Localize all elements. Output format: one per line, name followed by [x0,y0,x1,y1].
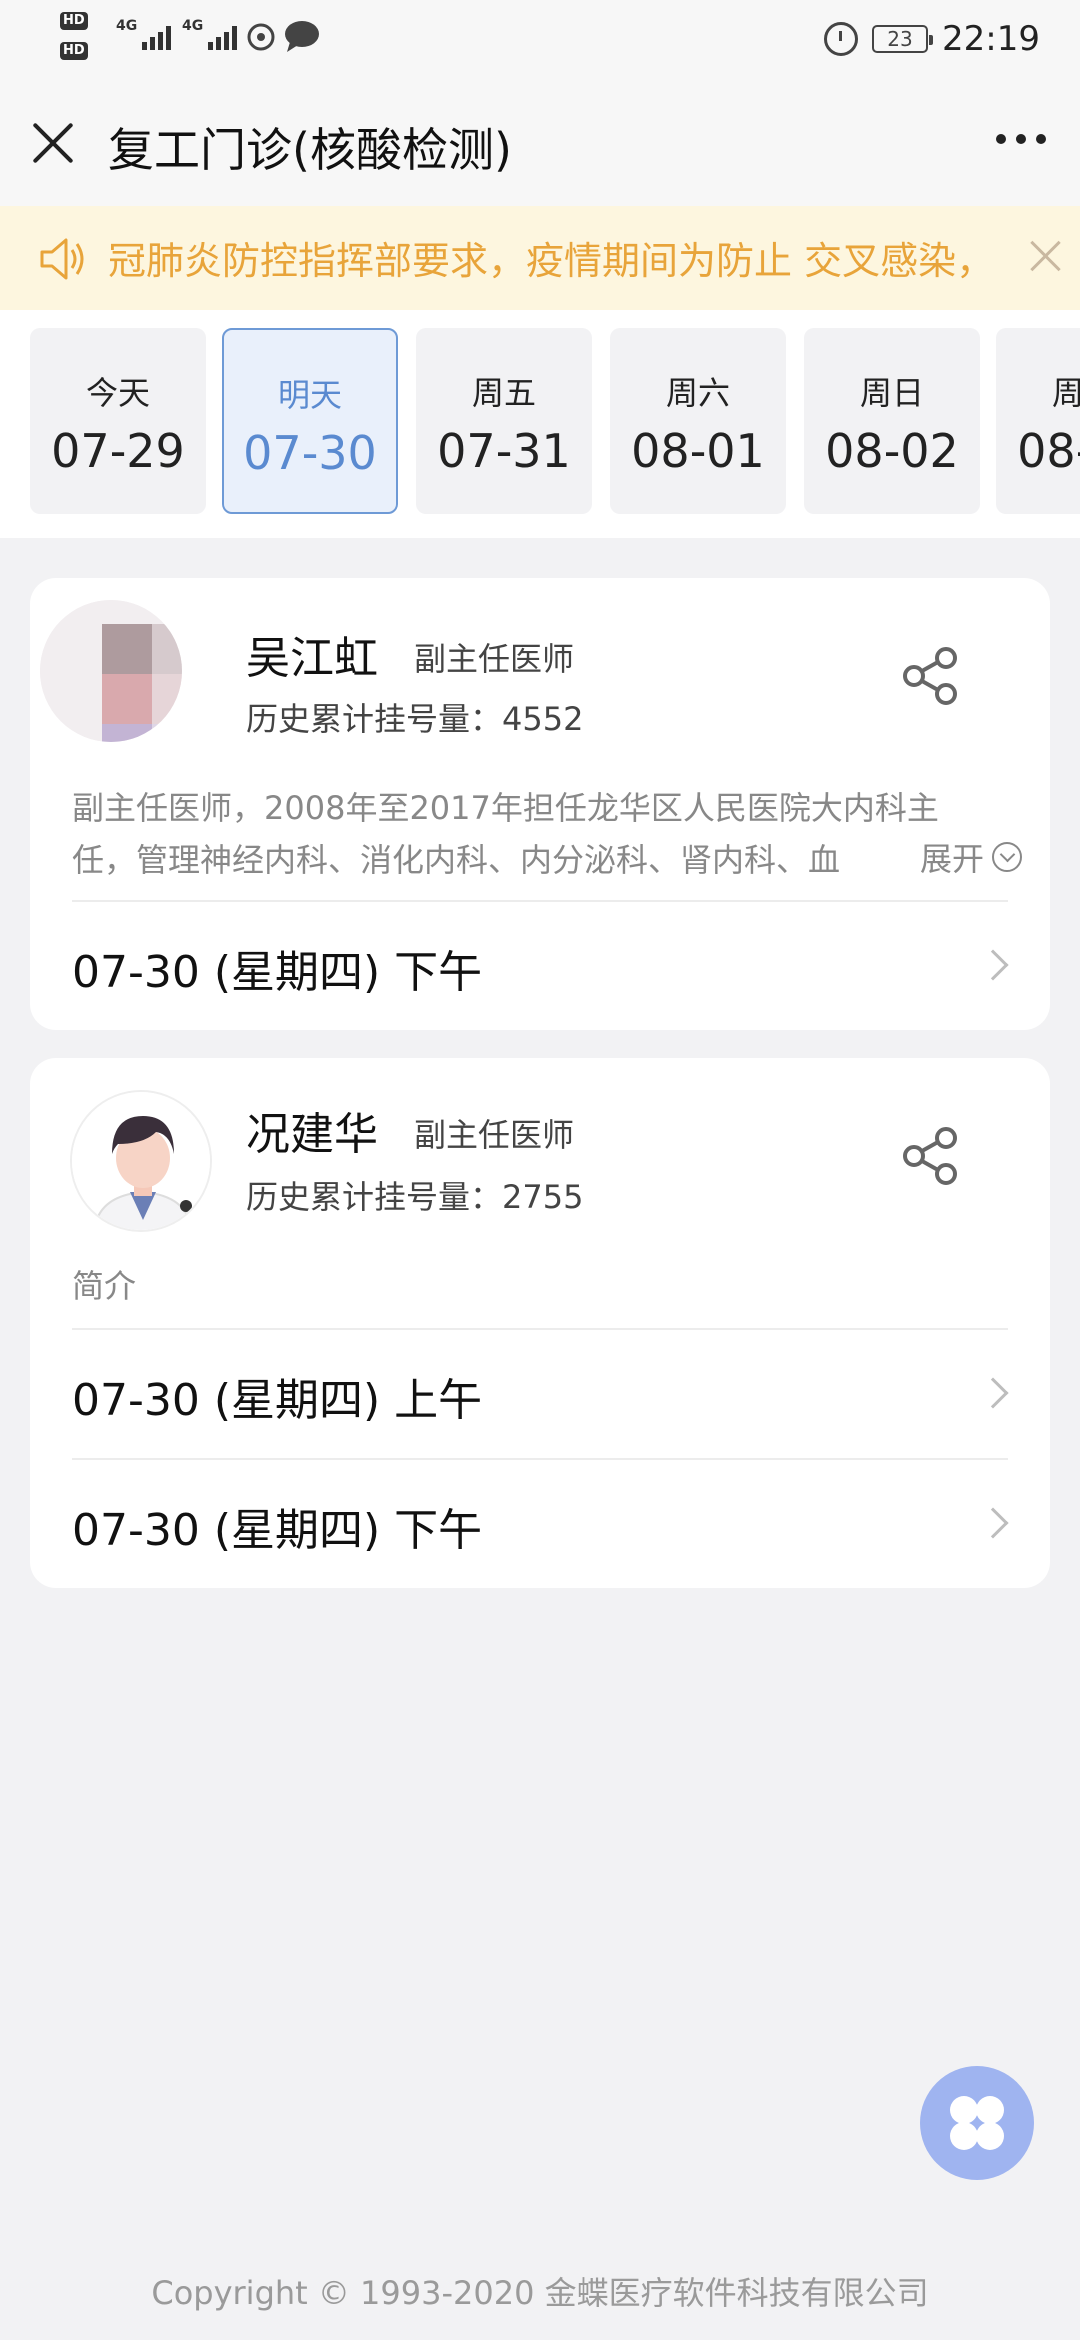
doctor-intro: 副主任医师，2008年至2017年担任龙华区人民医院大内科主任，管理神经内科、消… [72,789,939,879]
signal-icon-1 [142,26,171,50]
date-day-label: 周五 [471,374,536,412]
expand-label: 展开 [919,840,984,878]
share-icon[interactable] [898,1124,962,1188]
doctor-card[interactable]: 吴江虹 副主任医师 历史累计挂号量：4552 副主任医师，2008年至2017年… [30,578,1050,1030]
share-icon[interactable] [898,644,962,708]
notice-text: 冠肺炎防控指挥部要求，疫情期间为防止 交叉感染， [108,239,995,283]
chevron-right-icon [977,1507,1009,1539]
speaker-icon [40,238,84,280]
menu-grid-icon [950,2096,1004,2150]
title-bar: 复工门诊(核酸检测) [0,80,1080,206]
date-tab[interactable]: 周一 08-03 [996,328,1080,514]
page-title: 复工门诊(核酸检测) [108,123,512,177]
date-value: 08-01 [631,424,765,478]
date-tab[interactable]: 今天 07-29 [30,328,206,514]
date-strip: 今天 07-29 明天 07-30 周五 07-31 周六 08-01 周日 0… [0,310,1080,538]
schedule-slot-row[interactable]: 07-30 (星期四) 上午 [30,1330,1050,1458]
doctor-avatar [70,1090,212,1232]
date-day-label: 周六 [665,374,730,412]
doctor-name: 况建华 [246,1109,378,1160]
date-tab[interactable]: 周六 08-01 [610,328,786,514]
battery-icon: 23 [872,25,934,53]
chevron-down-icon [992,842,1022,872]
slot-label: 07-30 (星期四) 下午 [72,1505,483,1556]
expand-button[interactable]: 展开 [911,834,1022,880]
more-icon[interactable] [996,134,1046,144]
doctor-registration-count: 历史累计挂号量：4552 [246,700,584,738]
status-bar: HD HD 4G 4G 23 22:19 [0,0,1080,80]
doctor-avatar [40,600,182,742]
clock: 22:19 [942,19,1040,59]
hd-badge-2: HD [60,42,88,60]
slot-label: 07-30 (星期四) 上午 [72,1375,483,1426]
slot-label: 07-30 (星期四) 下午 [72,947,483,998]
close-icon[interactable] [30,120,76,166]
doctor-card[interactable]: 况建华 副主任医师 历史累计挂号量：2755 简介 07-30 (星期四) 上午… [30,1058,1050,1588]
battery-level: 23 [887,27,913,51]
doctor-registration-count: 历史累计挂号量：2755 [246,1178,584,1216]
network-label-2: 4G [182,18,204,34]
schedule-slot-row[interactable]: 07-30 (星期四) 下午 [30,902,1050,1030]
floating-menu-button[interactable] [920,2066,1034,2180]
doctor-intro: 简介 [72,1267,137,1305]
date-day-label: 今天 [85,374,150,412]
notice-bar[interactable]: 冠肺炎防控指挥部要求，疫情期间为防止 交叉感染， [0,206,1080,310]
date-tab[interactable]: 周五 07-31 [416,328,592,514]
chat-icon [285,21,319,52]
date-day-label: 明天 [277,376,342,414]
date-value: 07-30 [243,426,377,480]
date-day-label: 周日 [859,374,924,412]
doctor-title: 副主任医师 [414,640,575,678]
doctor-title: 副主任医师 [414,1116,575,1154]
alarm-icon [824,22,859,56]
network-label-1: 4G [116,18,138,34]
date-value: 07-29 [51,424,185,478]
date-day-label: 周一 [1051,374,1080,412]
schedule-slot-row[interactable]: 07-30 (星期四) 下午 [30,1460,1050,1588]
avatar-image [72,1092,210,1230]
date-tab-selected[interactable]: 明天 07-30 [222,328,398,514]
date-value: 08-03 [1017,424,1080,478]
date-value: 07-31 [437,424,571,478]
date-value: 08-02 [825,424,959,478]
chevron-right-icon [977,949,1009,981]
sync-icon [247,23,275,51]
chevron-right-icon [977,1377,1009,1409]
signal-icon-2 [208,26,237,50]
copyright-footer: Copyright © 1993-2020 金蝶医疗软件科技有限公司 [151,2274,929,2312]
notice-close-icon[interactable] [1026,236,1066,276]
doctor-name: 吴江虹 [246,633,378,684]
date-tab[interactable]: 周日 08-02 [804,328,980,514]
hd-badge-1: HD [60,12,88,30]
avatar-image [40,600,182,742]
status-right: 23 22:19 [824,14,1040,64]
